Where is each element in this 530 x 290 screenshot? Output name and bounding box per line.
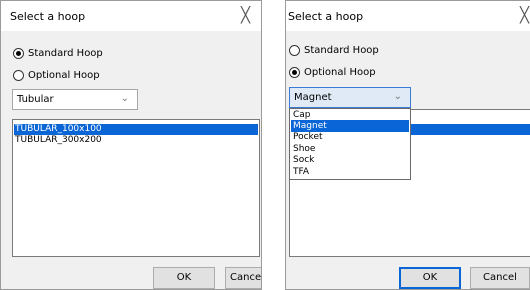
title-bar: Select a hoop ╳ xyxy=(1,1,261,31)
radio-button-checked[interactable] xyxy=(13,47,24,59)
dialog-title: Select a hoop xyxy=(288,10,364,23)
radio-label: Standard Hoop xyxy=(304,44,379,56)
ok-button[interactable]: OK xyxy=(399,267,461,289)
radio-label: Standard Hoop xyxy=(28,47,103,59)
close-icon[interactable]: ╳ xyxy=(241,6,257,24)
dropdown-option[interactable]: TFA xyxy=(291,166,409,178)
radio-optional-hoop[interactable]: Optional Hoop xyxy=(13,67,100,83)
cancel-button[interactable]: Cancel xyxy=(470,267,530,289)
hoop-type-dropdown[interactable]: Cap Magnet Pocket Shoe Sock TFA xyxy=(289,108,411,180)
chevron-down-icon[interactable]: ⌄ xyxy=(394,91,402,102)
hoop-list[interactable]: TUBULAR_100x100 TUBULAR_300x200 xyxy=(12,119,260,257)
radio-standard-hoop[interactable]: Standard Hoop xyxy=(289,42,379,58)
dropdown-option[interactable]: Pocket xyxy=(291,131,409,143)
radio-button[interactable] xyxy=(13,69,24,81)
hoop-type-combobox[interactable]: Tubular ⌄ xyxy=(12,89,138,110)
hoop-type-combobox[interactable]: Magnet ⌄ xyxy=(289,87,411,108)
radio-label: Optional Hoop xyxy=(28,69,100,81)
cancel-button[interactable]: Cancel xyxy=(225,267,261,289)
list-item[interactable]: TUBULAR_300x200 xyxy=(14,135,258,146)
title-bar: Select a hoop ╳ xyxy=(286,1,530,31)
radio-label: Optional Hoop xyxy=(304,66,376,78)
select-hoop-dialog-right: Select a hoop ╳ Standard Hoop Optional H… xyxy=(285,0,530,290)
radio-optional-hoop[interactable]: Optional Hoop xyxy=(289,64,376,80)
close-icon[interactable]: ╳ xyxy=(520,6,530,24)
chevron-down-icon[interactable]: ⌄ xyxy=(121,93,129,104)
combobox-value: Tubular xyxy=(17,94,54,105)
radio-button[interactable] xyxy=(289,44,300,56)
list-item[interactable]: TUBULAR_100x100 xyxy=(14,124,258,135)
dialog-title: Select a hoop xyxy=(10,10,86,23)
list-item-selected[interactable] xyxy=(410,124,530,135)
dropdown-option[interactable]: Sock xyxy=(291,154,409,166)
ok-button[interactable]: OK xyxy=(153,267,215,289)
radio-button-checked[interactable] xyxy=(289,66,300,78)
select-hoop-dialog-left: Select a hoop ╳ Standard Hoop Optional H… xyxy=(0,0,262,290)
combobox-value: Magnet xyxy=(294,92,332,103)
radio-standard-hoop[interactable]: Standard Hoop xyxy=(13,45,103,61)
